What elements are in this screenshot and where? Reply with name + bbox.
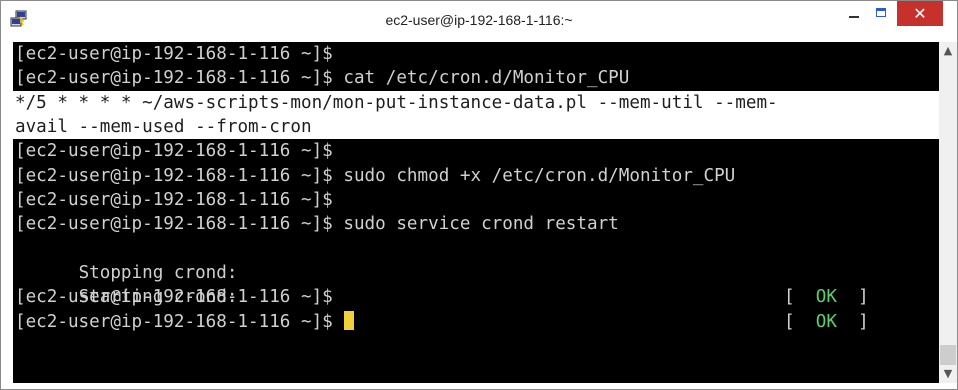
vertical-scrollbar[interactable]: ▲ ▼ xyxy=(939,42,957,383)
terminal-line: [ec2-user@ip-192-168-1-116 ~]$ sudo serv… xyxy=(13,212,939,236)
terminal-line-text: Starting crond: xyxy=(78,287,238,308)
text-cursor xyxy=(344,310,355,330)
close-button[interactable]: ✕ xyxy=(897,1,943,26)
window-bottom-border xyxy=(1,383,957,389)
terminal-screen[interactable]: [ec2-user@ip-192-168-1-116 ~]$ [ec2-user… xyxy=(13,42,939,383)
status-close-bracket: ] xyxy=(836,287,869,308)
status-ok: [ OK ] xyxy=(784,285,869,309)
terminal-line-text: [ec2-user@ip-192-168-1-116 ~]$ sudo serv… xyxy=(15,214,619,235)
terminal-line: Starting crond: [ OK ] xyxy=(13,261,939,331)
selected-line: */5 * * * * ~/aws-scripts-mon/mon-put-in… xyxy=(13,90,939,115)
scroll-down-arrow-icon[interactable]: ▼ xyxy=(939,365,957,383)
terminal-line: [ec2-user@ip-192-168-1-116 ~]$ xyxy=(13,188,939,212)
terminal-line: [ec2-user@ip-192-168-1-116 ~]$ xyxy=(13,139,939,163)
putty-window: ec2-user@ip-192-168-1-116:~ ✕ [ec2-user@… xyxy=(0,0,958,390)
terminal-line-text: [ec2-user@ip-192-168-1-116 ~]$ xyxy=(15,44,333,64)
status-close-bracket: ] xyxy=(836,311,869,332)
title-bar[interactable]: ec2-user@ip-192-168-1-116:~ ✕ xyxy=(1,1,957,42)
scroll-up-arrow-icon[interactable]: ▲ xyxy=(939,42,957,60)
terminal-line: [ec2-user@ip-192-168-1-116 ~]$ sudo chmo… xyxy=(13,164,939,188)
status-text: OK xyxy=(815,287,837,308)
status-open-bracket: [ xyxy=(784,311,816,332)
maximize-button[interactable] xyxy=(869,1,895,26)
status-text: OK xyxy=(815,311,837,332)
scrollbar-thumb[interactable] xyxy=(940,345,956,365)
status-ok: [ OK ] xyxy=(784,310,869,334)
terminal-line: [ec2-user@ip-192-168-1-116 ~]$ cat /etc/… xyxy=(13,66,939,90)
terminal-line: [ec2-user@ip-192-168-1-116 ~]$ xyxy=(13,42,939,66)
minimize-icon xyxy=(849,16,859,18)
minimize-button[interactable] xyxy=(841,1,867,26)
terminal-line-text: avail --mem-used --from-cron xyxy=(15,116,312,137)
close-icon: ✕ xyxy=(913,4,927,23)
status-open-bracket: [ xyxy=(784,287,816,308)
terminal-line-text: [ec2-user@ip-192-168-1-116 ~]$ sudo chmo… xyxy=(15,165,736,186)
terminal-line-text: [ec2-user@ip-192-168-1-116 ~]$ xyxy=(15,141,333,162)
window-title: ec2-user@ip-192-168-1-116:~ xyxy=(385,12,573,28)
terminal-line: Stopping crond: [ OK ] xyxy=(13,237,939,307)
terminal-line-text: */5 * * * * ~/aws-scripts-mon/mon-put-in… xyxy=(15,92,778,113)
selected-line: avail --mem-used --from-cron xyxy=(13,114,939,140)
maximize-icon xyxy=(876,8,886,17)
terminal-line-text: [ec2-user@ip-192-168-1-116 ~]$ cat /etc/… xyxy=(15,68,630,89)
terminal-line-text: [ec2-user@ip-192-168-1-116 ~]$ xyxy=(15,189,333,210)
